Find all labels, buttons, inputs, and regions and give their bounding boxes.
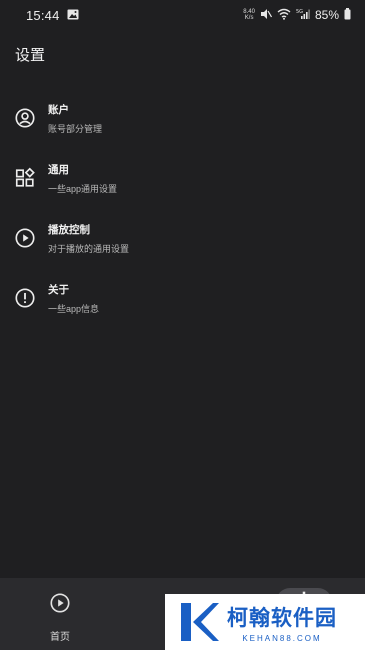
wifi-icon <box>277 8 291 23</box>
settings-screen: 15:44 8.40 K/s 5G 85% 设置 账户 账号部分管理 通用 一些… <box>0 0 365 650</box>
status-time: 15:44 <box>26 7 60 23</box>
kehan-logo-icon <box>177 599 221 645</box>
nav-home-button[interactable]: 首页 <box>30 592 90 643</box>
settings-item-title: 播放控制 <box>48 223 90 236</box>
battery-icon <box>344 7 351 23</box>
play-circle-icon <box>14 227 36 249</box>
signal-icon: 5G <box>296 8 310 23</box>
settings-item-title: 关于 <box>48 283 69 296</box>
network-speed: 8.40 K/s <box>243 9 255 21</box>
status-bar: 15:44 8.40 K/s 5G 85% <box>0 0 365 30</box>
account-circle-icon <box>14 107 36 129</box>
settings-item-subtitle: 一些app信息 <box>48 303 100 314</box>
watermark-url: KEHAN88.COM <box>242 633 322 643</box>
home-icon <box>49 592 71 619</box>
settings-item-subtitle: 账号部分管理 <box>48 123 103 134</box>
settings-item-title: 通用 <box>48 163 69 176</box>
widgets-icon <box>14 167 36 189</box>
settings-item-subtitle: 一些app通用设置 <box>48 183 118 194</box>
settings-item-title: 账户 <box>48 103 69 116</box>
nav-home-label: 首页 <box>50 632 70 643</box>
settings-item-general[interactable]: 通用 一些app通用设置 <box>0 148 365 208</box>
mute-icon <box>260 8 272 23</box>
watermark: 柯翰软件园 KEHAN88.COM <box>165 594 365 650</box>
status-right: 8.40 K/s 5G 85% <box>243 7 351 23</box>
status-left: 15:44 <box>26 8 79 23</box>
gallery-notification-icon <box>67 8 79 23</box>
info-circle-icon <box>14 287 36 309</box>
settings-item-subtitle: 对于播放的通用设置 <box>48 243 130 254</box>
battery-percent: 85% <box>314 8 339 22</box>
watermark-title: 柯翰软件园 <box>227 606 337 630</box>
svg-text:5G: 5G <box>296 9 303 15</box>
network-speed-unit: K/s <box>244 15 254 21</box>
settings-item-about[interactable]: 关于 一些app信息 <box>0 268 365 328</box>
settings-item-playback[interactable]: 播放控制 对于播放的通用设置 <box>0 208 365 268</box>
settings-item-account[interactable]: 账户 账号部分管理 <box>0 88 365 148</box>
page-title: 设置 <box>15 47 46 64</box>
settings-list: 账户 账号部分管理 通用 一些app通用设置 播放控制 对于播放的通用设置 关于… <box>0 88 365 328</box>
